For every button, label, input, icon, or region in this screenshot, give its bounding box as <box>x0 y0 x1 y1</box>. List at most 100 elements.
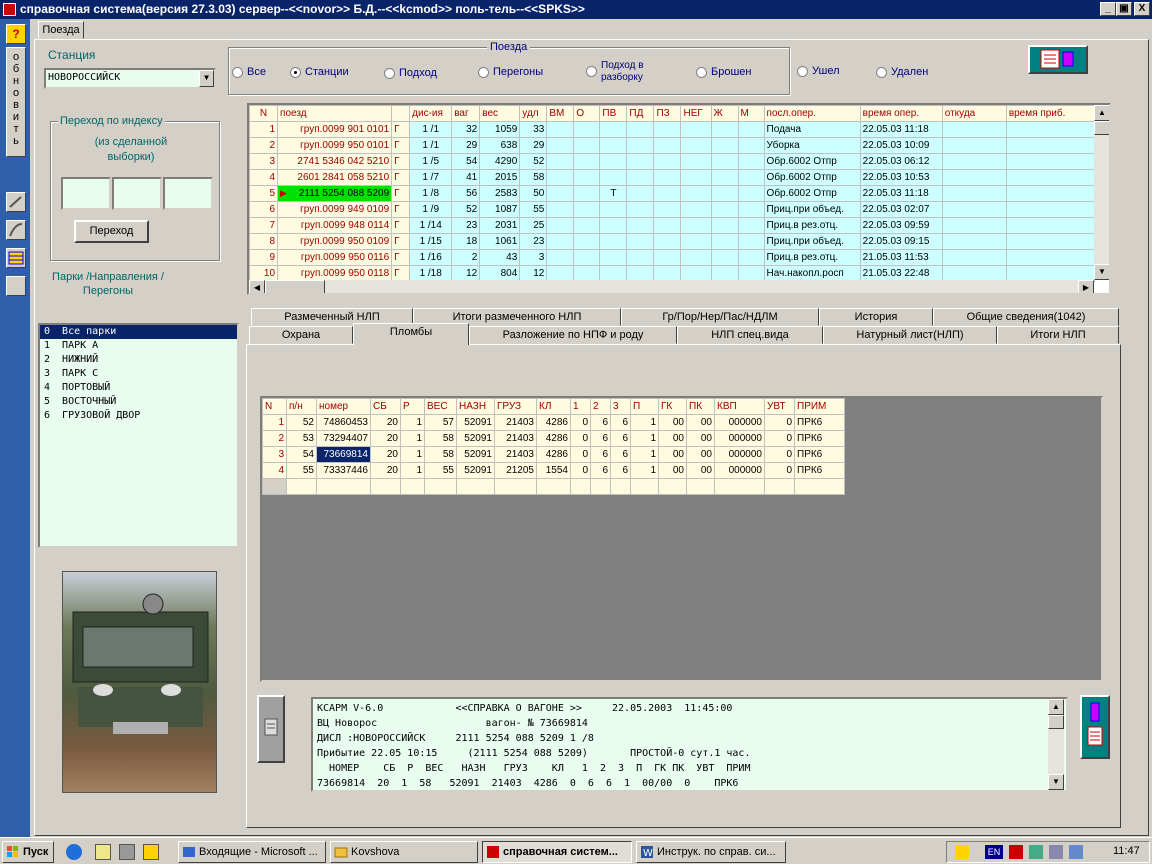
tab-nlp-totals[interactable]: Итоги НЛП <box>997 326 1119 344</box>
start-button[interactable]: Пуск <box>2 841 54 863</box>
table-cell[interactable]: ПРК6 <box>794 414 845 431</box>
table-cell[interactable]: 52 <box>286 414 317 431</box>
table-cell[interactable] <box>400 478 425 495</box>
table-cell[interactable]: 2015 <box>479 169 521 186</box>
filter-hauls-radio[interactable]: Перегоны <box>478 66 543 80</box>
table-cell[interactable] <box>941 233 1007 250</box>
table-cell[interactable]: Г <box>391 233 411 250</box>
table-cell[interactable]: 20 <box>370 414 401 431</box>
network-icon[interactable] <box>1029 845 1043 859</box>
table-cell[interactable]: 22.05.03 11:18 <box>859 185 943 202</box>
table-cell[interactable]: 55 <box>424 462 457 479</box>
table-cell[interactable]: 1 <box>400 446 425 463</box>
table-cell[interactable] <box>764 478 795 495</box>
table-cell[interactable] <box>680 137 712 154</box>
tray-icon[interactable] <box>955 845 969 859</box>
table-cell[interactable] <box>1005 201 1096 218</box>
table-cell[interactable]: 4 <box>249 169 279 186</box>
table-cell[interactable] <box>599 121 628 138</box>
table-cell[interactable] <box>1005 121 1096 138</box>
filter-deleted-radio[interactable]: Удален <box>876 66 928 80</box>
table-cell[interactable] <box>653 153 682 170</box>
table-cell[interactable]: Уборка <box>763 137 861 154</box>
table-row[interactable]: 5 ▶ 2111 5254 088 5209 Г 1 /8 56 2583 50 Т Обр.60… <box>249 185 1096 202</box>
table-cell[interactable] <box>680 249 712 266</box>
table-cell[interactable]: 1 <box>400 414 425 431</box>
scroll-left-icon[interactable]: ◀ <box>249 280 265 293</box>
edit-tool-button[interactable] <box>6 192 26 212</box>
table-cell[interactable]: 2 <box>262 430 287 447</box>
table-cell[interactable]: 58 <box>424 430 457 447</box>
table-cell[interactable]: Обр.6002 Отпр <box>763 185 861 202</box>
table-cell[interactable] <box>653 185 682 202</box>
table-cell[interactable] <box>610 478 631 495</box>
table-cell[interactable] <box>1005 217 1096 234</box>
table-cell[interactable]: груп.0099 948 0114 <box>277 217 393 234</box>
list-item[interactable]: 1 ПАРК А <box>40 339 237 353</box>
table-cell[interactable]: груп.0099 950 0109 <box>277 233 393 250</box>
table-cell[interactable] <box>370 478 401 495</box>
table-cell[interactable]: 52091 <box>456 414 495 431</box>
table-cell[interactable] <box>599 137 628 154</box>
table-cell[interactable]: 00 <box>658 446 687 463</box>
table-cell[interactable]: 52 <box>519 153 548 170</box>
table-cell[interactable] <box>573 233 601 250</box>
column-header[interactable]: откуда <box>941 105 1007 122</box>
table-cell[interactable]: 1 <box>630 414 659 431</box>
table-cell[interactable]: Подача <box>763 121 861 138</box>
table-cell[interactable]: 6 <box>610 446 631 463</box>
table-cell[interactable] <box>941 185 1007 202</box>
tab-trains[interactable]: Поезда <box>38 21 84 39</box>
column-header[interactable]: п/н <box>286 398 317 415</box>
table-cell[interactable]: Приц.при объед. <box>763 233 861 250</box>
hscroll-thumb[interactable] <box>265 280 325 293</box>
column-header[interactable]: 2 <box>590 398 611 415</box>
table-cell[interactable] <box>1005 233 1096 250</box>
table-cell[interactable] <box>710 233 739 250</box>
table-cell[interactable]: 1061 <box>479 233 521 250</box>
table-row[interactable]: 9 груп.0099 950 0116 Г 1 /16 2 43 3 Приц.в рез.… <box>249 249 1096 266</box>
table-cell[interactable]: 7 <box>249 217 279 234</box>
table-cell[interactable]: Г <box>391 249 411 266</box>
table-cell[interactable] <box>941 153 1007 170</box>
scroll-right-icon[interactable]: ▶ <box>1078 280 1094 293</box>
table-row[interactable]: 2 53 73294407 20 1 58 52091 21403 4286 0 6 6 1 00 00 00… <box>262 430 845 447</box>
close-button[interactable]: X <box>1134 2 1150 16</box>
report-side-button[interactable] <box>257 695 285 763</box>
table-cell[interactable] <box>710 169 739 186</box>
table-cell[interactable] <box>626 201 655 218</box>
table-cell[interactable]: 57 <box>424 414 457 431</box>
volume-icon[interactable] <box>1049 845 1063 859</box>
table-row[interactable]: 4 2601 2841 058 5210 Г 1 /7 41 2015 58 Обр.6002… <box>249 169 1096 186</box>
table-cell[interactable]: 00 <box>686 430 715 447</box>
tab-npf-breakdown[interactable]: Разложение по НПФ и роду <box>469 326 677 344</box>
report-scrollbar[interactable]: ▲ ▼ <box>1048 699 1064 790</box>
table-cell[interactable]: 18 <box>451 233 481 250</box>
table-cell[interactable] <box>680 201 712 218</box>
table-cell[interactable] <box>941 169 1007 186</box>
table-cell[interactable]: 58 <box>424 446 457 463</box>
scroll-down-icon[interactable]: ▼ <box>1094 264 1109 280</box>
table-cell[interactable] <box>456 478 495 495</box>
table-cell[interactable] <box>1005 185 1096 202</box>
table-cell[interactable]: Обр.6002 Отпр <box>763 153 861 170</box>
table-row[interactable]: 8 груп.0099 950 0109 Г 1 /15 18 1061 23 Приц.пр… <box>249 233 1096 250</box>
table-cell[interactable] <box>573 217 601 234</box>
table-cell[interactable]: 1 /5 <box>409 153 453 170</box>
table-cell[interactable]: 43 <box>479 249 521 266</box>
table-cell[interactable]: 2 <box>249 137 279 154</box>
table-cell[interactable]: 1 /8 <box>409 185 453 202</box>
table-cell[interactable]: 1059 <box>479 121 521 138</box>
table-cell[interactable] <box>599 233 628 250</box>
table-cell[interactable]: 22.05.03 09:59 <box>859 217 943 234</box>
column-header[interactable]: ПД <box>626 105 655 122</box>
column-header[interactable]: вес <box>479 105 521 122</box>
table-cell[interactable]: Приц.в рез.отц. <box>763 249 861 266</box>
table-cell[interactable]: Г <box>391 201 411 218</box>
table-cell[interactable] <box>653 217 682 234</box>
table-cell[interactable] <box>710 137 739 154</box>
list-item[interactable]: 4 ПОРТОВЫЙ <box>40 381 237 395</box>
table-cell[interactable]: 1 <box>400 462 425 479</box>
table-cell[interactable]: 20 <box>370 430 401 447</box>
table-cell[interactable]: Г <box>391 217 411 234</box>
